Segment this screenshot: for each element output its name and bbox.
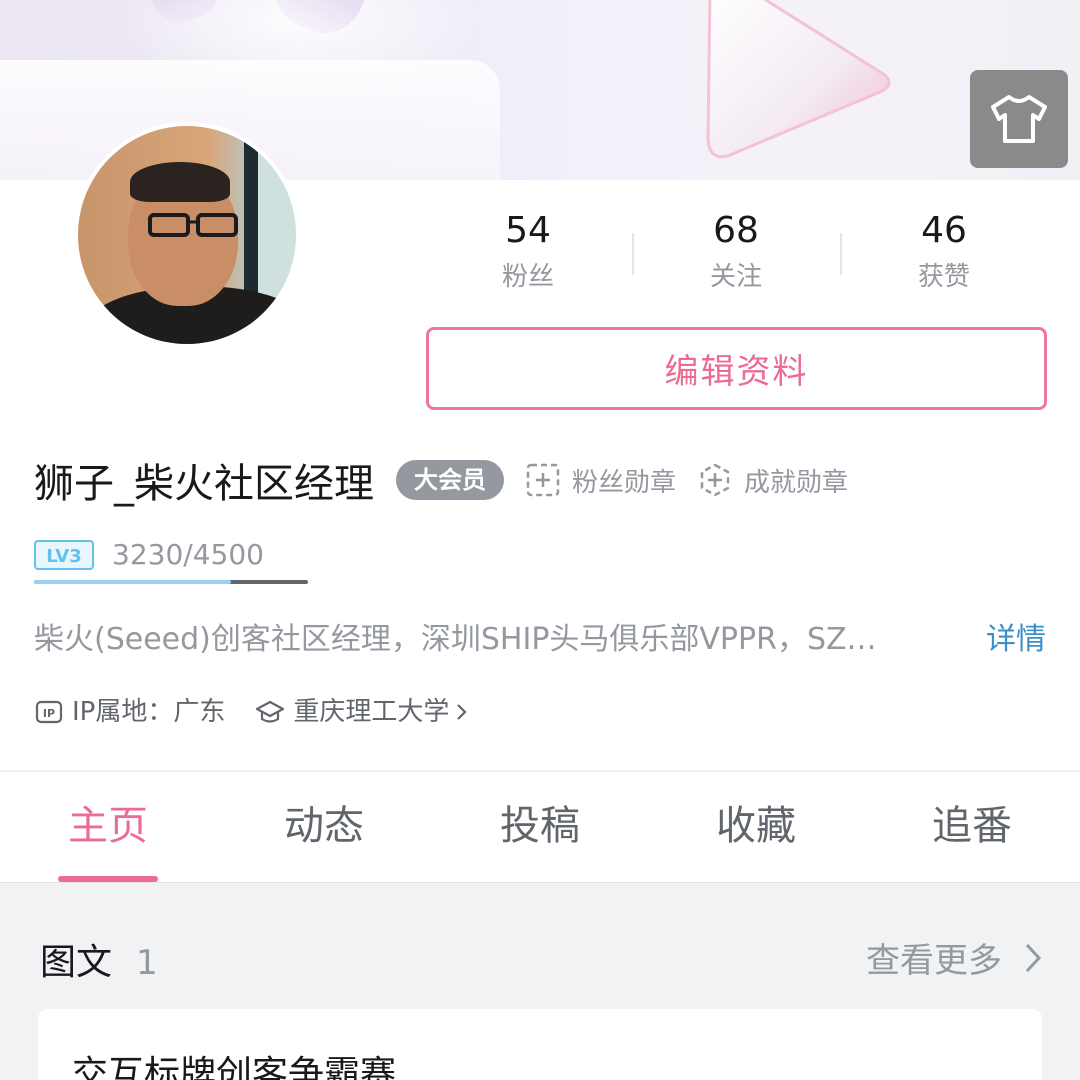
level-progress-text: 3230/4500 — [112, 538, 264, 571]
content-area: 图文 1 查看更多 交互标牌创客争霸赛 — [0, 882, 1080, 1080]
add-medal-icon — [526, 463, 560, 497]
add-achievement-icon — [700, 463, 730, 497]
name-row: 狮子_柴火社区经理 大会员 粉丝勋章 成就勋章 — [34, 450, 848, 510]
tab-favorites[interactable]: 收藏 — [648, 772, 864, 882]
tab-home[interactable]: 主页 — [0, 772, 216, 882]
skin-button[interactable] — [970, 70, 1068, 168]
stat-label: 粉丝 — [501, 262, 554, 292]
glasses-shape — [148, 213, 238, 237]
bio-detail-link[interactable]: 详情 — [986, 618, 1046, 662]
achievement-medal-button[interactable]: 成就勋章 — [698, 462, 848, 499]
school-link[interactable]: 重庆理工大学 — [255, 690, 469, 734]
achievement-medal-label: 成就勋章 — [744, 467, 849, 498]
profile-stats: 54 粉丝 68 关注 46 获赞 — [424, 205, 1048, 305]
tab-dynamics[interactable]: 动态 — [216, 772, 432, 882]
ip-location: IP属地：广东 — [72, 697, 226, 727]
view-more-button[interactable]: 查看更多 — [866, 933, 1042, 982]
school-name: 重庆理工大学 — [293, 697, 450, 727]
vip-badge[interactable]: 大会员 — [396, 460, 504, 500]
tshirt-icon — [991, 95, 1047, 143]
stat-following[interactable]: 68 关注 — [632, 205, 840, 305]
article-title: 交互标牌创客争霸赛 — [72, 1054, 397, 1080]
edit-profile-button[interactable]: 编辑资料 — [426, 327, 1047, 410]
avatar[interactable] — [74, 122, 300, 348]
level-badge-text: LV3 — [46, 546, 81, 567]
section-title: 图文 — [40, 942, 113, 983]
view-more-label: 查看更多 — [866, 941, 1002, 981]
tab-anime[interactable]: 追番 — [864, 772, 1080, 882]
stat-label: 获赞 — [917, 262, 970, 292]
info-row: IP IP属地：广东 重庆理工大学 — [34, 690, 469, 734]
stat-likes[interactable]: 46 获赞 — [840, 205, 1048, 305]
level-progress-bar — [34, 580, 308, 584]
section-header: 图文 1 — [40, 933, 158, 985]
play-triangle-decoration — [706, 0, 891, 159]
fans-medal-label: 粉丝勋章 — [572, 467, 677, 498]
ip-icon: IP — [35, 700, 63, 724]
avatar-photo — [78, 126, 296, 344]
section-count: 1 — [136, 943, 158, 983]
level-badge-icon: LV3 — [34, 539, 94, 570]
level-row[interactable]: LV3 3230/4500 — [34, 538, 264, 571]
level-progress-fill — [34, 580, 231, 584]
chevron-right-icon — [1025, 943, 1042, 972]
bio-text: 柴火(Seeed)创客社区经理，深圳SHIP头马俱乐部VPPR，SZ… — [34, 622, 877, 657]
article-card[interactable]: 交互标牌创客争霸赛 — [38, 1009, 1042, 1080]
stat-value: 46 — [921, 210, 967, 251]
stat-label: 关注 — [709, 262, 762, 292]
stat-value: 54 — [505, 210, 551, 251]
profile-tabs: 主页 动态 投稿 收藏 追番 — [0, 772, 1080, 882]
chevron-right-icon — [457, 704, 467, 720]
svg-text:IP: IP — [43, 707, 55, 720]
graduation-cap-icon — [256, 700, 285, 723]
fans-medal-button[interactable]: 粉丝勋章 — [526, 462, 676, 499]
tab-submissions[interactable]: 投稿 — [432, 772, 648, 882]
stat-value: 68 — [713, 210, 759, 251]
stat-fans[interactable]: 54 粉丝 — [424, 205, 632, 305]
user-name: 狮子_柴火社区经理 — [34, 461, 374, 507]
